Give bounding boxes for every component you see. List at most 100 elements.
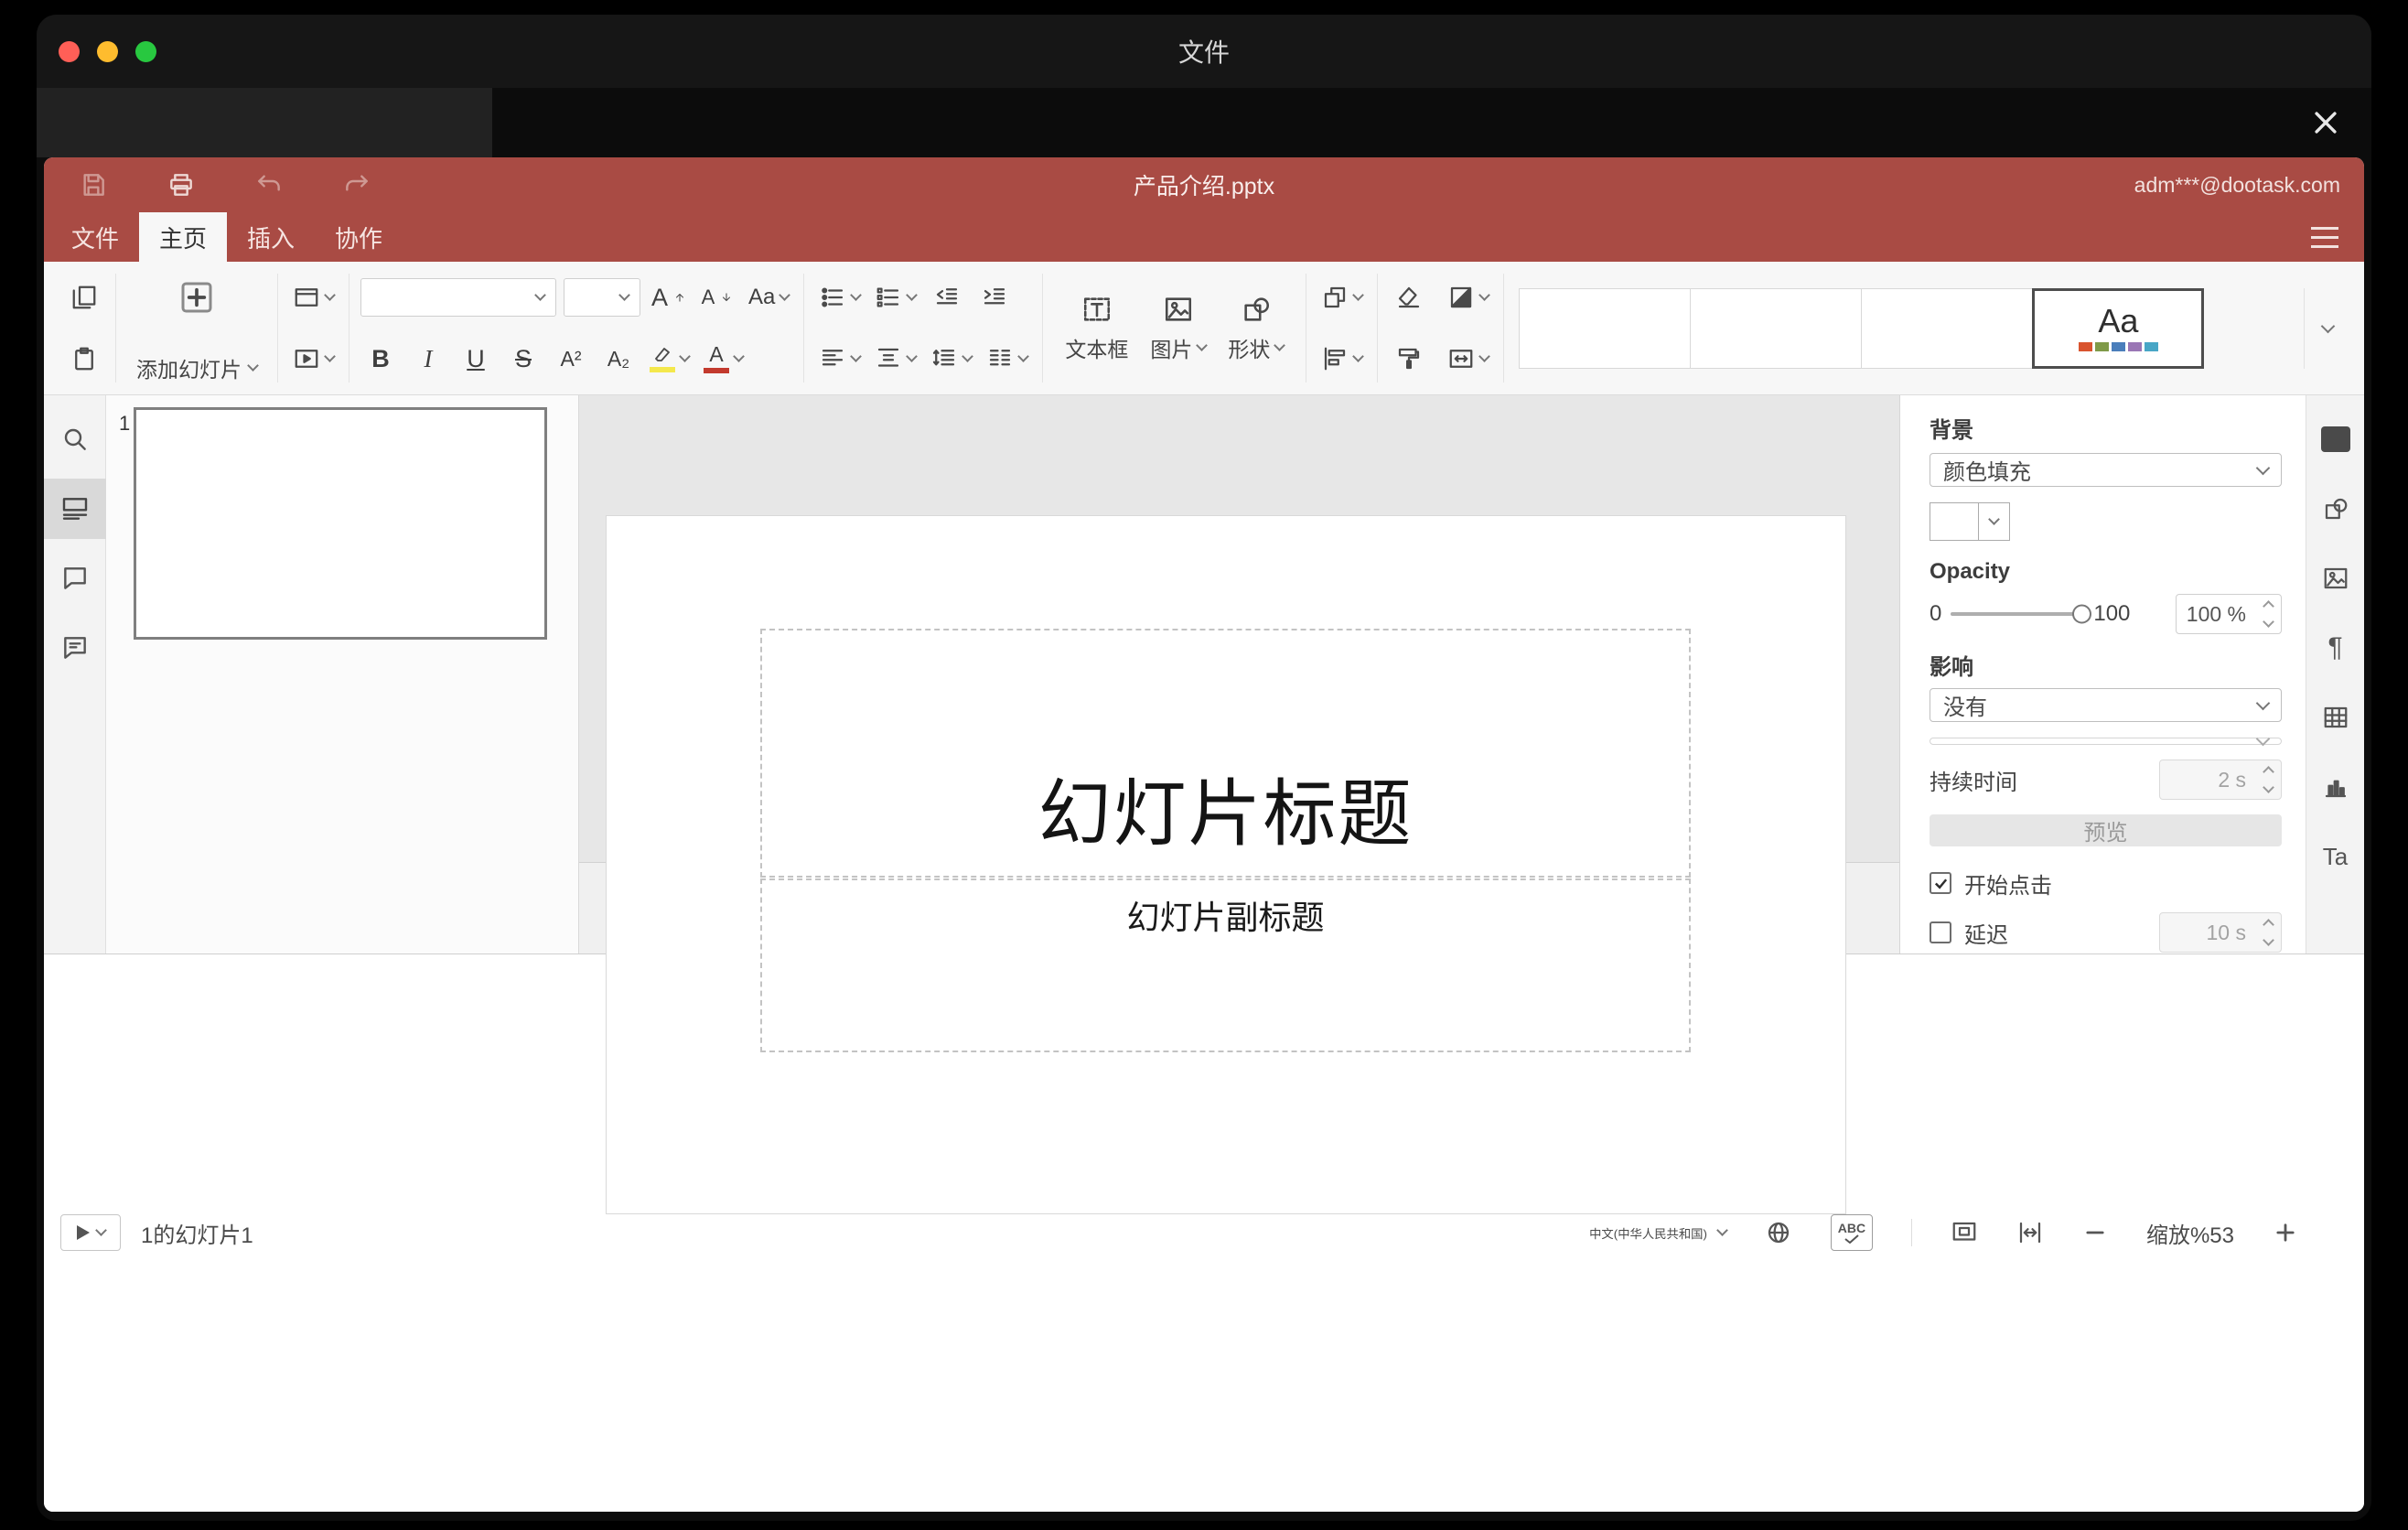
theme-option-selected[interactable]: Aa [2032,287,2205,369]
minimize-window-button[interactable] [97,40,118,62]
underline-button[interactable]: U [456,337,496,381]
background-fill-select[interactable]: 颜色填充 [1930,453,2282,487]
clear-style-button[interactable] [1389,275,1429,319]
preview-button[interactable]: 预览 [1930,814,2282,846]
theme-option-1[interactable] [1519,287,1692,369]
spinner-up-icon[interactable] [2263,919,2274,931]
slide-thumbnail[interactable] [134,407,547,640]
subscript-button[interactable]: A₂ [598,337,639,381]
set-language-button[interactable] [1765,1219,1792,1246]
spinner-up-icon[interactable] [2263,600,2274,612]
spinner-up-icon[interactable] [2263,766,2274,778]
insert-shape-button[interactable]: 形状 [1217,275,1295,382]
copy-button[interactable] [64,275,104,319]
tab-file[interactable]: 文件 [51,212,139,262]
font-name-combo[interactable] [360,278,556,317]
zoom-window-button[interactable] [135,40,156,62]
chevron-down-icon [95,1224,107,1237]
title-placeholder[interactable]: 幻灯片标题 [760,629,1691,878]
theme-gallery-expand-button[interactable] [2304,287,2351,369]
close-dialog-button[interactable] [2304,101,2348,145]
decrease-indent-button[interactable] [927,275,967,319]
insert-image-button[interactable]: 图片 [1139,275,1217,382]
fit-to-slide-button[interactable] [1951,1219,1978,1246]
table-settings-tab[interactable] [2316,697,2356,738]
superscript-button[interactable]: A² [551,337,591,381]
slides-panel-button[interactable] [44,479,106,539]
effect-select[interactable]: 没有 [1930,688,2282,722]
theme-option-2[interactable] [1690,287,1863,369]
close-window-button[interactable] [59,40,80,62]
comment-icon [63,567,86,589]
horizontal-align-button[interactable] [815,337,864,381]
opacity-value-input[interactable]: 100 % [2176,594,2282,634]
add-slide-button[interactable] [175,270,219,325]
paste-button[interactable] [64,337,104,381]
line-spacing-button[interactable] [927,337,975,381]
save-button[interactable] [73,163,113,207]
opacity-slider-knob[interactable] [2072,604,2092,624]
slide-size-button[interactable] [1444,337,1492,381]
change-case-button[interactable]: Aa [745,275,792,319]
start-slideshow-status-button[interactable] [60,1214,121,1252]
language-selector[interactable]: 中文(中华人民共和国) [1589,1224,1728,1242]
image-settings-tab[interactable] [2316,558,2356,598]
theme-option-3[interactable] [1861,287,2034,369]
numbered-list-button[interactable] [871,275,919,319]
tab-insert[interactable]: 插入 [227,212,315,262]
duration-input[interactable]: 2 s [2159,760,2282,800]
columns-button[interactable] [983,337,1031,381]
spinner-down-icon[interactable] [2263,781,2274,793]
highlight-color-button[interactable] [646,337,693,381]
spinner-down-icon[interactable] [2263,616,2274,628]
search-button[interactable] [44,409,106,469]
background-color-picker[interactable] [1930,502,2282,541]
tab-collaboration[interactable]: 协作 [315,212,403,262]
insert-textbox-button[interactable]: 文本框 [1054,275,1139,382]
status-right: 中文(中华人民共和国) ABC 缩放%53 [1589,1214,2298,1252]
spellcheck-button[interactable]: ABC [1830,1214,1873,1252]
arrange-shape-button[interactable] [1317,275,1366,319]
start-slideshow-button[interactable] [289,337,338,381]
subtitle-placeholder[interactable]: 幻灯片副标题 [760,878,1691,1052]
print-button[interactable] [161,163,201,207]
add-slide-dropdown[interactable]: 添加幻灯片 [136,350,259,386]
effect-type-select[interactable] [1930,731,2282,747]
textart-settings-tab[interactable]: Ta [2316,836,2356,877]
slide-settings-tab[interactable] [2316,419,2356,459]
redo-button[interactable] [337,163,377,207]
toolbar-separator [1503,274,1505,382]
font-color-button[interactable]: A [700,337,747,381]
comments-button[interactable] [44,548,106,609]
tab-home[interactable]: 主页 [139,212,227,262]
change-layout-button[interactable] [289,275,338,319]
undo-button[interactable] [249,163,289,207]
vertical-align-button[interactable] [871,337,919,381]
bullet-list-button[interactable] [815,275,864,319]
delay-input[interactable]: 10 s [2159,912,2282,953]
fit-to-width-button[interactable] [2016,1219,2044,1246]
spinner-down-icon[interactable] [2263,934,2274,946]
opacity-slider-track[interactable] [1951,604,2092,624]
font-size-combo[interactable] [564,278,640,317]
zoom-out-button[interactable] [2082,1220,2108,1245]
slide-fill-button[interactable] [1444,275,1492,319]
bold-button[interactable]: B [360,337,401,381]
start-on-click-checkbox[interactable] [1930,872,1951,894]
align-shape-button[interactable] [1317,337,1366,381]
shape-settings-tab[interactable] [2316,489,2356,529]
chart-settings-tab[interactable] [2316,767,2356,807]
view-settings-button[interactable] [2311,226,2338,248]
italic-button[interactable]: I [408,337,448,381]
decrease-font-button[interactable]: A [697,275,737,319]
copy-style-button[interactable] [1389,337,1429,381]
increase-font-button[interactable]: A [648,275,690,319]
increase-indent-button[interactable] [974,275,1015,319]
paragraph-settings-tab[interactable]: ¶ [2316,628,2356,668]
slide[interactable]: 幻灯片标题 幻灯片副标题 [607,516,1845,1213]
strikeout-button[interactable]: S [503,337,543,381]
delay-checkbox[interactable] [1930,921,1951,943]
zoom-in-button[interactable] [2273,1220,2298,1245]
slide-canvas[interactable]: 幻灯片标题 幻灯片副标题 [579,395,1899,1213]
chat-button[interactable] [44,618,106,678]
